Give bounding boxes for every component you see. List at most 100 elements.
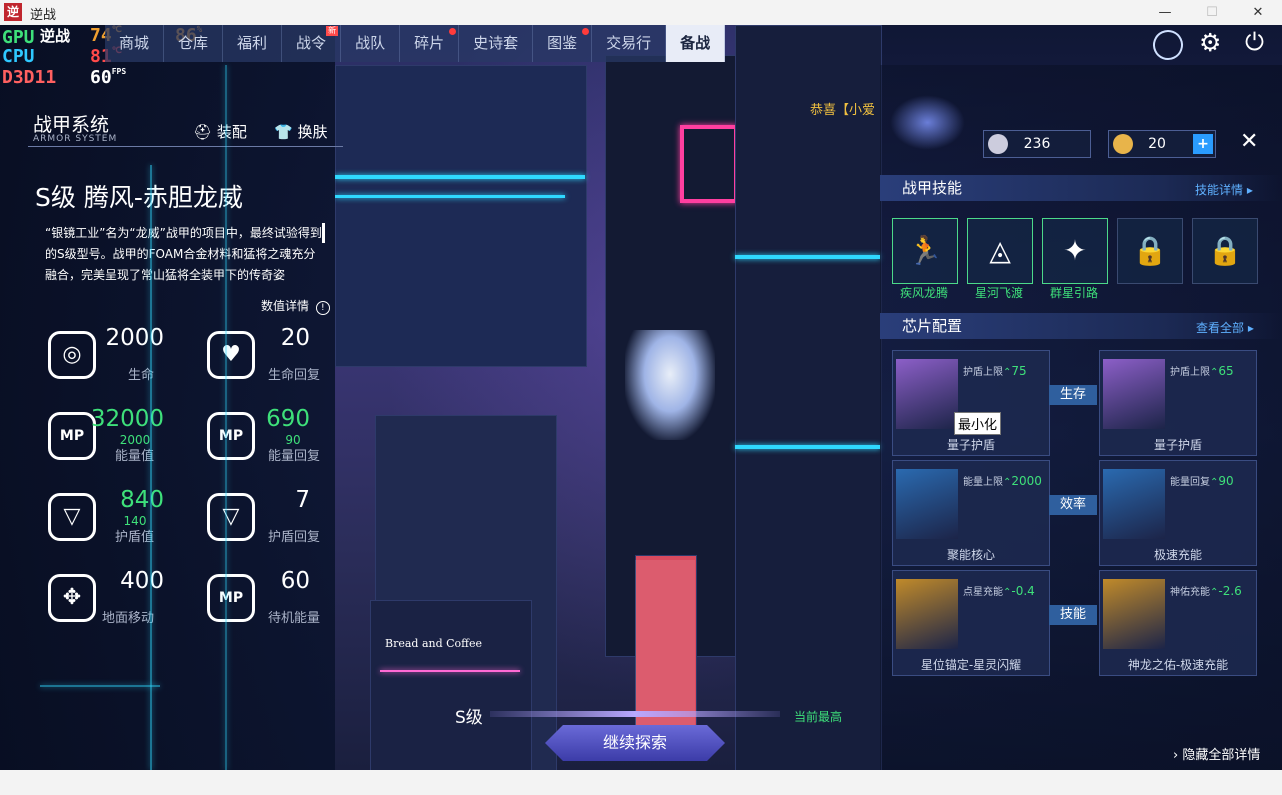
- nav-tab-5[interactable]: 碎片: [400, 25, 460, 62]
- lock-icon: 🔒: [1207, 234, 1243, 267]
- chip-name: 聚能核心: [946, 548, 995, 562]
- notification-dot: [582, 28, 590, 35]
- skill-label: 星河飞渡: [974, 286, 1023, 300]
- city-scene: Bread and Coffee: [335, 25, 882, 770]
- stat-label: 能量值: [114, 449, 154, 464]
- skill-slot-locked[interactable]: 🔒: [1192, 218, 1258, 284]
- chip-card[interactable]: 神佑充能⌃-2.6 神龙之佑-极速充能: [1099, 570, 1257, 676]
- add-currency-button[interactable]: +: [1193, 134, 1213, 154]
- skill-icon: ◬: [989, 234, 1011, 267]
- game-viewport[interactable]: Bread and Coffee 战甲系统 ARMOR SYSTEM ⛑ 装配 …: [0, 25, 1282, 770]
- gear-icon[interactable]: ⚙: [1199, 28, 1221, 57]
- chip-icon: [1103, 359, 1165, 429]
- bread-coffee-sign: Bread and Coffee: [385, 637, 483, 650]
- hide-details-link[interactable]: › 隐藏全部详情: [1173, 744, 1260, 763]
- satellite-icon[interactable]: [1148, 25, 1188, 65]
- skill-icon: ✦: [1063, 234, 1087, 267]
- dragon-emblem: [890, 95, 965, 150]
- chip-stat: 护盾上限⌃65: [1170, 364, 1234, 378]
- fps-value: 60FPS: [90, 67, 127, 88]
- chip-icon: [1103, 469, 1165, 539]
- nav-tab-9[interactable]: 备战: [666, 25, 726, 62]
- top-nav: 商城 仓库 福利 战令新战队 碎片 史诗套 图鉴 交易行 备战: [105, 25, 726, 62]
- nav-tab-8[interactable]: 交易行: [592, 25, 667, 62]
- skill-slot[interactable]: 🏃: [892, 218, 958, 284]
- chip-icon: [1103, 579, 1165, 649]
- lock-icon: 🔒: [1132, 234, 1168, 267]
- currency-gold: 20 +: [1108, 130, 1216, 158]
- broadcast-notice: 恭喜【小爱: [810, 103, 876, 118]
- stat-label: 地面移动: [101, 611, 154, 626]
- stat-value: 690: [266, 406, 310, 432]
- window-titlebar: 逆 逆战 — ☐ ✕: [0, 0, 1282, 25]
- stat-label: 护盾值: [114, 530, 154, 545]
- chip-pair-label: 效率: [1049, 495, 1097, 515]
- player-character: [625, 330, 715, 440]
- right-panel: 恭喜【小爱 236 20 + ✕ 战甲技能 技能详情 ▸ 🏃 疾风龙腾 ◬ 星河飞渡 ✦…: [810, 65, 1282, 770]
- window-title: 逆战: [30, 8, 57, 23]
- equip-button[interactable]: ⛑ 装配: [193, 121, 247, 142]
- shirt-icon: 👕: [274, 123, 293, 141]
- stat-value: 20: [280, 325, 310, 351]
- chip-name: 量子护盾: [1153, 438, 1202, 452]
- divider: [28, 146, 343, 147]
- skills-detail-link[interactable]: 技能详情 ▸: [1195, 181, 1253, 198]
- nav-tab-2[interactable]: 福利: [223, 25, 283, 62]
- notification-dot: [449, 28, 457, 35]
- gpu-label: GPU: [2, 27, 35, 48]
- skill-slot-locked[interactable]: 🔒: [1117, 218, 1183, 284]
- skin-button[interactable]: 👕 换肤: [274, 121, 327, 142]
- section-subtitle: ARMOR SYSTEM: [33, 134, 118, 144]
- chip-card[interactable]: 点星充能⌃-0.4 星位锚定-星灵闪耀: [892, 570, 1050, 676]
- detail-link[interactable]: 数值详情 !: [261, 297, 330, 315]
- current-best-label: 当前最高: [794, 710, 843, 724]
- continue-explore-button[interactable]: 继续探索: [545, 725, 725, 761]
- desc-scrollbar[interactable]: [322, 223, 325, 243]
- chip-pair-label: 生存: [1049, 385, 1097, 405]
- grade-bar: [490, 711, 780, 717]
- chip-icon: [896, 469, 958, 539]
- skill-label: 群星引路: [1049, 286, 1098, 300]
- skill-slot[interactable]: ✦: [1042, 218, 1108, 284]
- stat-value: 60: [280, 568, 310, 594]
- skill-slot[interactable]: ◬: [967, 218, 1033, 284]
- info-icon: !: [315, 301, 330, 315]
- chip-name: 星位锚定-星灵闪耀: [920, 658, 1022, 672]
- nav-tab-0[interactable]: 商城: [105, 25, 165, 62]
- new-badge: 新: [326, 26, 339, 36]
- app-icon: 逆: [4, 3, 22, 21]
- chips-view-all-link[interactable]: 查看全部 ▸: [1196, 319, 1254, 336]
- chip-card[interactable]: 能量回复⌃90 极速充能: [1099, 460, 1257, 566]
- nav-tab-1[interactable]: 仓库: [164, 25, 224, 62]
- section-title: 战甲系统: [33, 114, 110, 136]
- api-label: D3D11: [2, 67, 57, 88]
- armor-name: S级 腾风-赤胆龙威: [35, 183, 243, 212]
- nav-tab-6[interactable]: 史诗套: [459, 25, 534, 62]
- chip-name: 量子护盾: [946, 438, 995, 452]
- chip-card[interactable]: 能量上限⌃2000 聚能核心: [892, 460, 1050, 566]
- helmet-icon: ⛑: [193, 123, 213, 141]
- close-window-button[interactable]: ✕: [1238, 2, 1278, 23]
- chip-card[interactable]: 护盾上限⌃65 量子护盾: [1099, 350, 1257, 456]
- minimize-button[interactable]: —: [1145, 2, 1185, 23]
- stat-value: 32000: [90, 406, 164, 432]
- chip-stat: 能量回复⌃90: [1170, 474, 1234, 488]
- nav-tab-7[interactable]: 图鉴: [533, 25, 593, 62]
- maximize-button[interactable]: ☐: [1192, 2, 1232, 23]
- nav-tab-3[interactable]: 战令新: [282, 25, 342, 62]
- grade-label: S级: [455, 708, 483, 728]
- chip-stat: 能量上限⌃2000: [963, 474, 1042, 488]
- nav-tab-4[interactable]: 战队: [341, 25, 401, 62]
- skill-label: 疾风龙腾: [899, 286, 948, 300]
- armor-description: “银镜工业”名为“龙威”战甲的项目中，最终试验得到的S级型号。战甲的FOAM合金…: [45, 226, 322, 282]
- stat-value: 840: [120, 487, 164, 513]
- stat-value: 7: [295, 487, 310, 513]
- currency-silver: 236: [983, 130, 1091, 158]
- close-panel-button[interactable]: ✕: [1240, 129, 1258, 154]
- chip-pair-label: 技能: [1049, 605, 1097, 625]
- chip-icon: [896, 359, 958, 429]
- chip-stat: 护盾上限⌃75: [963, 364, 1027, 378]
- power-icon[interactable]: ⏻: [1245, 28, 1264, 56]
- chip-card[interactable]: 护盾上限⌃75 量子护盾: [892, 350, 1050, 456]
- chip-name: 极速充能: [1153, 548, 1202, 562]
